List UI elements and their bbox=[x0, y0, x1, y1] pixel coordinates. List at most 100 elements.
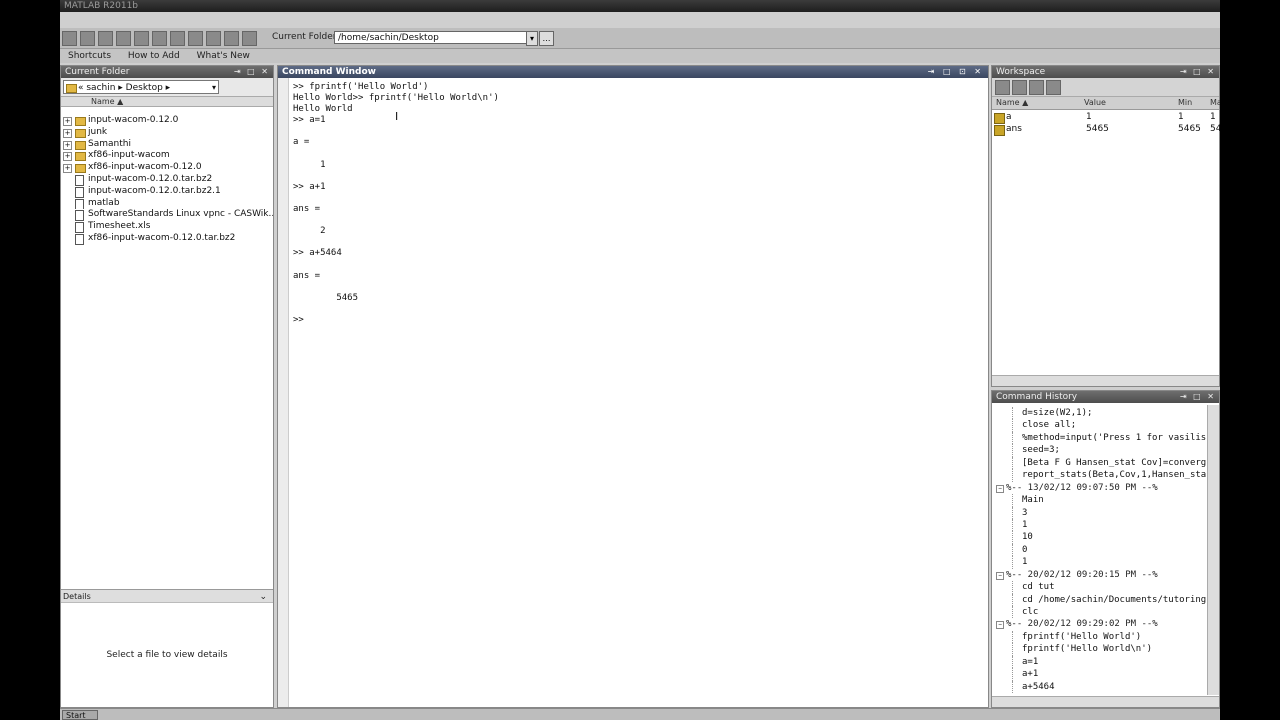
history-command[interactable]: [Beta F G Hansen_stat Cov]=converg bbox=[992, 456, 1207, 470]
undo-icon[interactable] bbox=[152, 31, 167, 46]
col-min[interactable]: Min bbox=[1178, 97, 1192, 109]
col-name[interactable]: Name ▲ bbox=[996, 97, 1028, 109]
collapse-icon[interactable]: − bbox=[996, 571, 1004, 580]
current-folder-panel: Current Folder ⇥ □ ✕ « sachin ▸ Desktop … bbox=[60, 65, 274, 708]
expand-icon[interactable]: + bbox=[63, 164, 72, 174]
vertical-scrollbar[interactable] bbox=[1207, 405, 1219, 695]
horizontal-scrollbar[interactable] bbox=[992, 375, 1219, 386]
history-command[interactable]: %method=input('Press 1 for vasilis bbox=[992, 431, 1207, 445]
file-name: Timesheet.xls bbox=[88, 221, 151, 232]
history-command[interactable]: clc bbox=[992, 606, 1207, 619]
cut-icon[interactable] bbox=[98, 31, 113, 46]
file-icon bbox=[75, 222, 84, 233]
history-session-stamp[interactable]: − %-- 20/02/12 09:29:02 PM --% bbox=[992, 618, 1207, 630]
copy-icon[interactable] bbox=[116, 31, 131, 46]
save-icon[interactable] bbox=[1029, 80, 1044, 95]
history-command[interactable]: 0 bbox=[992, 543, 1207, 557]
shortcut-link-2[interactable]: What's New bbox=[197, 51, 250, 61]
history-command[interactable]: a=1 bbox=[992, 655, 1207, 669]
history-command[interactable]: 3 bbox=[992, 506, 1207, 519]
expand-icon[interactable]: + bbox=[63, 128, 72, 138]
file-list-item[interactable]: + Samanthi bbox=[61, 139, 273, 151]
window-title: MATLAB R2011b bbox=[64, 1, 139, 11]
collapse-icon[interactable]: − bbox=[996, 484, 1004, 493]
chevron-down-icon[interactable]: ⌄ bbox=[259, 590, 267, 604]
simulink-icon[interactable] bbox=[188, 31, 203, 46]
start-button[interactable]: Start bbox=[62, 710, 98, 720]
command-history-panel: Command History ⇥ □ ✕ d=size(W2,1); close… bbox=[991, 390, 1220, 708]
history-text: a=1 bbox=[1022, 656, 1039, 667]
file-list-item[interactable]: input-wacom-0.12.0.tar.bz2.1 bbox=[61, 186, 273, 198]
history-session-stamp[interactable]: − %-- 13/02/12 09:07:50 PM --% bbox=[992, 482, 1207, 494]
workspace-columns: Name ▲ Value Min Max bbox=[992, 97, 1220, 110]
file-list-item[interactable]: input-wacom-0.12.0.tar.bz2 bbox=[61, 174, 273, 186]
chevron-down-icon[interactable]: ▾ bbox=[212, 81, 216, 95]
history-command[interactable]: seed=3; bbox=[992, 444, 1207, 457]
file-list-item[interactable]: + xf86-input-wacom bbox=[61, 150, 273, 162]
var-max: 1 bbox=[1210, 112, 1216, 122]
open-folder-icon[interactable] bbox=[80, 31, 95, 46]
command-line bbox=[293, 215, 983, 226]
new-variable-icon[interactable] bbox=[995, 80, 1010, 95]
name-column-header[interactable]: Name ▲ bbox=[61, 97, 273, 107]
profiler-icon[interactable] bbox=[224, 31, 239, 46]
expand-icon[interactable]: + bbox=[63, 152, 72, 162]
history-command[interactable]: fprintf('Hello World\n') bbox=[992, 643, 1207, 656]
redo-icon[interactable] bbox=[170, 31, 185, 46]
file-list-item[interactable]: + junk bbox=[61, 127, 273, 139]
workspace-row[interactable]: a 1 1 1 bbox=[992, 112, 1219, 124]
shortcut-link-0[interactable]: Shortcuts bbox=[68, 51, 111, 61]
address-field[interactable]: « sachin ▸ Desktop ▸ ▾ bbox=[63, 80, 219, 94]
var-value: 5465 bbox=[1086, 124, 1109, 134]
panel-controls[interactable]: ⇥ □ ✕ bbox=[1180, 391, 1216, 403]
browse-folder-button[interactable]: … bbox=[539, 31, 554, 46]
history-command[interactable]: fprintf('Hello World') bbox=[992, 630, 1207, 644]
help-icon[interactable] bbox=[242, 31, 257, 46]
expand-icon[interactable]: + bbox=[63, 140, 72, 150]
panel-controls[interactable]: ⇥ □ ✕ bbox=[234, 66, 270, 78]
history-command[interactable]: a+1 bbox=[992, 668, 1207, 681]
history-command[interactable]: cd /home/sachin/Documents/tutoring bbox=[992, 593, 1207, 606]
panel-controls[interactable]: ⇥ □ ⊡ ✕ bbox=[928, 66, 984, 78]
file-list-item[interactable]: xf86-input-wacom-0.12.0.tar.bz2 bbox=[61, 233, 273, 245]
workspace-row[interactable]: ans 5465 5465 54 bbox=[992, 124, 1220, 136]
shortcut-link-1[interactable]: How to Add bbox=[128, 51, 180, 61]
current-folder-input[interactable]: /home/sachin/Desktop bbox=[334, 31, 530, 44]
col-value[interactable]: Value bbox=[1084, 97, 1106, 109]
tree-line bbox=[1012, 531, 1014, 544]
history-command[interactable]: close all; bbox=[992, 419, 1207, 432]
details-header[interactable]: Details ⌄ bbox=[61, 589, 273, 603]
history-command[interactable]: a+5464 bbox=[992, 680, 1207, 694]
file-list-item[interactable]: + xf86-input-wacom-0.12.0 bbox=[61, 162, 273, 174]
file-list-item[interactable]: + input-wacom-0.12.0 bbox=[61, 115, 273, 127]
collapse-icon[interactable]: − bbox=[996, 621, 1004, 630]
file-list-item[interactable]: SoftwareStandards Linux vpnc - CASWik... bbox=[61, 209, 273, 222]
history-text: close all; bbox=[1022, 420, 1077, 431]
panel-controls[interactable]: ⇥ □ ✕ bbox=[1180, 66, 1216, 78]
details-label: Details bbox=[63, 592, 91, 601]
plot-icon[interactable] bbox=[1046, 80, 1061, 95]
history-command[interactable]: 1 bbox=[992, 556, 1207, 569]
history-text: 10 bbox=[1022, 532, 1033, 543]
guide-icon[interactable] bbox=[206, 31, 221, 46]
history-command[interactable]: d=size(W2,1); bbox=[992, 407, 1207, 420]
history-session-stamp[interactable]: − %-- 20/02/12 09:20:15 PM --% bbox=[992, 569, 1207, 581]
command-window[interactable]: Command Window ⇥ □ ⊡ ✕ >> fprintf('Hello… bbox=[277, 65, 989, 708]
col-max[interactable]: Max bbox=[1210, 97, 1220, 109]
open-variable-icon[interactable] bbox=[1012, 80, 1027, 95]
history-command[interactable]: Main bbox=[992, 494, 1207, 507]
new-file-icon[interactable] bbox=[62, 31, 77, 46]
history-command[interactable]: 1 bbox=[992, 518, 1207, 532]
expand-icon[interactable]: + bbox=[63, 117, 72, 126]
file-list-item[interactable]: Timesheet.xls bbox=[61, 221, 273, 233]
history-text: a+1 bbox=[1022, 669, 1039, 680]
history-command[interactable]: 10 bbox=[992, 531, 1207, 544]
history-command[interactable]: cd tut bbox=[992, 581, 1207, 594]
horizontal-scrollbar[interactable] bbox=[992, 696, 1219, 707]
history-command[interactable]: report_stats(Beta,Cov,1,Hansen_sta bbox=[992, 469, 1207, 482]
chevron-down-icon[interactable]: ▾ bbox=[526, 31, 538, 46]
file-name: Samanthi bbox=[88, 138, 131, 149]
file-list-item[interactable]: matlab bbox=[61, 198, 273, 210]
folder-icon bbox=[75, 164, 86, 174]
paste-icon[interactable] bbox=[134, 31, 149, 46]
